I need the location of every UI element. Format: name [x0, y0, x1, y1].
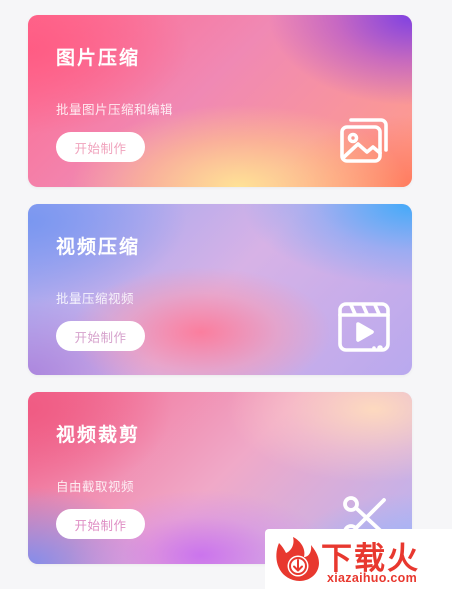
start-making-button[interactable]: 开始制作: [56, 132, 145, 162]
video-play-icon: [336, 299, 392, 355]
tool-list-page: 图片压缩 批量图片压缩和编辑 开始制作 视频压缩 批量压缩视频 开始制作 视频裁…: [0, 0, 452, 589]
start-making-button[interactable]: 开始制作: [56, 509, 145, 539]
image-compress-icon: [336, 110, 392, 166]
card-subtitle: 批量压缩视频: [56, 291, 135, 306]
card-title: 视频压缩: [56, 236, 141, 258]
watermark-url: xiazaihuo.com: [327, 571, 418, 585]
card-title: 视频裁剪: [56, 424, 141, 446]
image-compress-card[interactable]: 图片压缩 批量图片压缩和编辑 开始制作: [28, 15, 412, 187]
card-subtitle: 批量图片压缩和编辑: [56, 102, 174, 117]
flame-logo-icon: [271, 533, 323, 585]
start-making-button[interactable]: 开始制作: [56, 321, 145, 351]
card-title: 图片压缩: [56, 47, 141, 69]
card-subtitle: 自由截取视频: [56, 479, 135, 494]
site-watermark: 下载火 xiazaihuo.com: [265, 529, 452, 589]
video-compress-card[interactable]: 视频压缩 批量压缩视频 开始制作: [28, 204, 412, 375]
